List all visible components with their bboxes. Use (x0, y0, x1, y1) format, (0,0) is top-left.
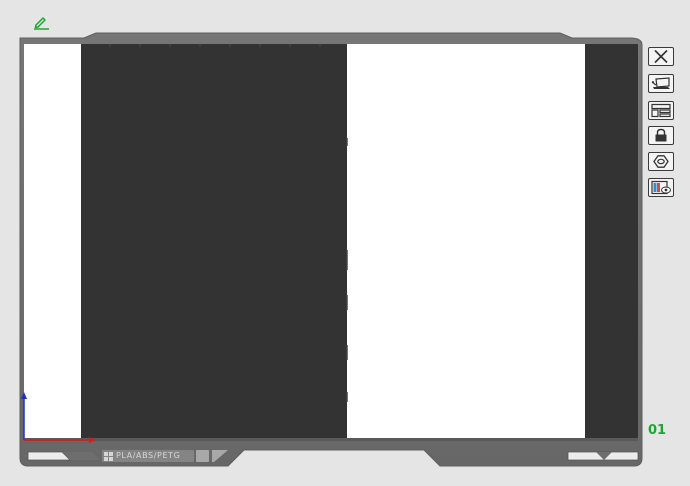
close-plate-button[interactable] (648, 47, 674, 66)
orient-icon (651, 77, 670, 89)
plate-settings-button[interactable] (648, 152, 674, 171)
plate-number[interactable]: 01 (648, 423, 666, 438)
bed-region-left (24, 44, 81, 440)
plate-preview-button[interactable] (648, 178, 674, 197)
filament-type-text: PLA/ABS/PETG (116, 451, 181, 460)
build-plate[interactable] (0, 0, 690, 486)
plate-type-label: PLA/ABS/PETG (104, 450, 180, 462)
lock-icon (655, 128, 667, 142)
bed-region-middle (347, 44, 585, 440)
preview-eye-icon (651, 180, 671, 195)
arrange-button[interactable] (648, 101, 674, 120)
close-icon (654, 49, 668, 64)
arrange-icon (651, 103, 671, 118)
lock-plate-button[interactable] (648, 126, 674, 145)
bed-bottom-lip (24, 438, 638, 441)
grid-icon (104, 451, 113, 461)
auto-orient-button[interactable] (648, 74, 674, 93)
slot-small (196, 450, 209, 462)
hexagon-icon (653, 155, 669, 168)
